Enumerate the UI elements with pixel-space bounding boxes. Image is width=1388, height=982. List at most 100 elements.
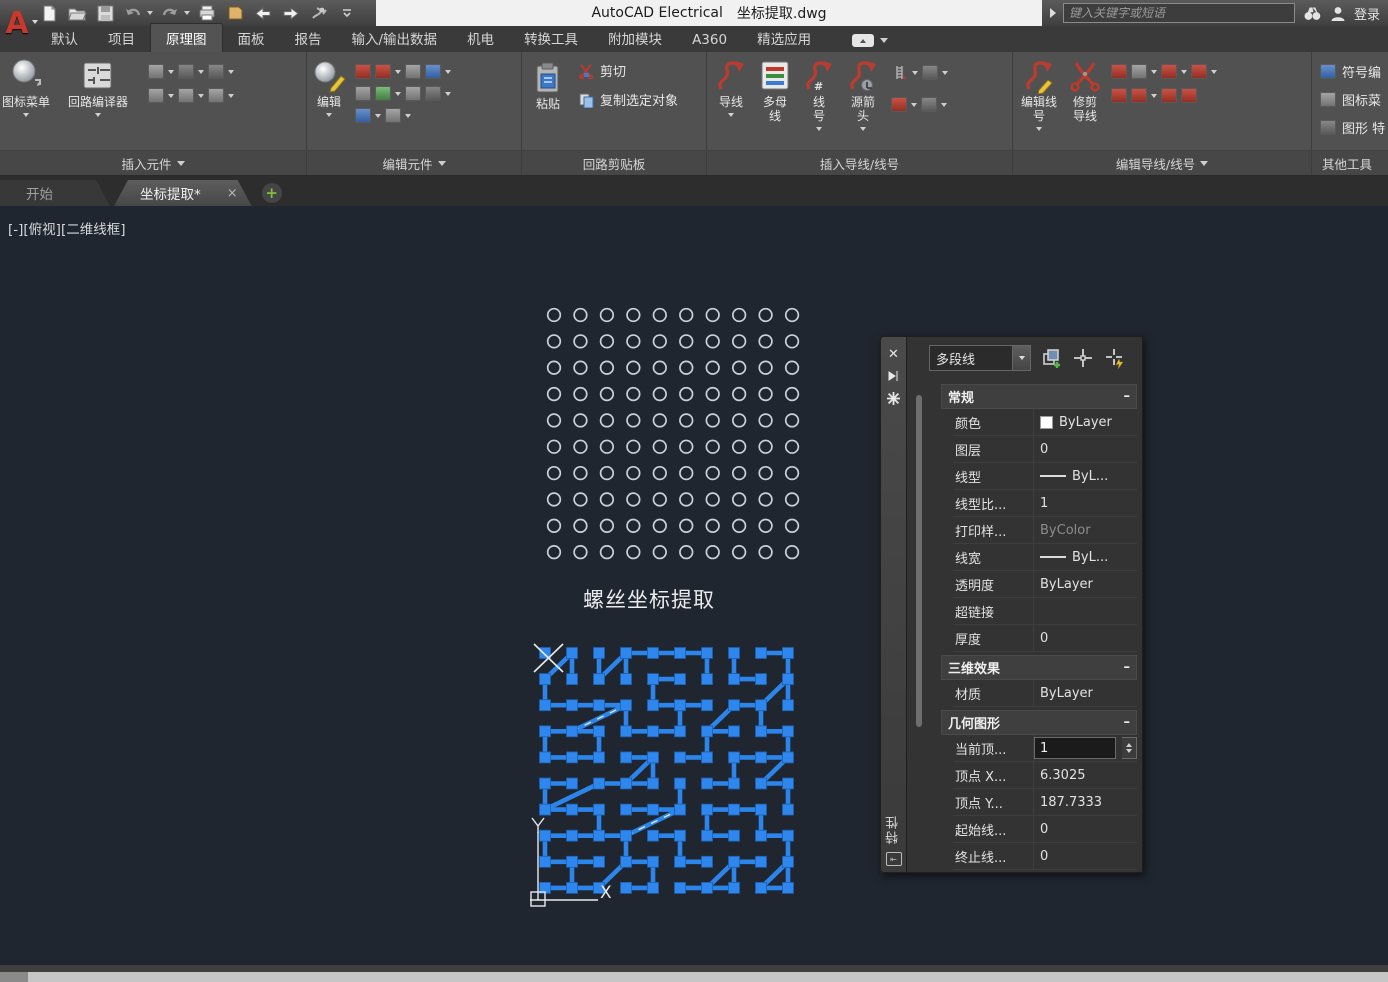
search-binoculars-icon[interactable] [1302, 4, 1322, 22]
file-tab-active[interactable]: 坐标提取* × [114, 180, 252, 206]
property-row[interactable]: 起始线...0 [953, 816, 1137, 843]
copy-selected-button[interactable]: 复制选定对象 [578, 90, 678, 109]
sign-in-button[interactable]: 登录 [1354, 4, 1380, 23]
move-component-tool-icon[interactable] [375, 64, 391, 79]
tool-caret-icon[interactable] [198, 94, 204, 98]
ribbon-tab-3[interactable]: 面板 [223, 24, 280, 52]
collapse-section-icon[interactable]: – [1124, 660, 1131, 675]
swap-update-tool-icon[interactable] [375, 86, 391, 101]
previous-drawing-icon[interactable] [252, 3, 274, 23]
property-value[interactable]: 1 [1033, 735, 1137, 761]
property-row[interactable]: 当前顶...1 [953, 735, 1137, 762]
wire-edit-tool-icon[interactable] [1161, 64, 1177, 79]
tool-caret-icon[interactable] [912, 71, 918, 75]
circuit-builder-button[interactable]: 回路编译器 [68, 58, 128, 117]
copy-component-tool-icon[interactable] [355, 86, 371, 101]
panel-label-insert-components[interactable]: 插入元件 [0, 150, 306, 175]
new-sheet-icon[interactable] [224, 3, 246, 23]
collapse-section-icon[interactable]: – [1124, 389, 1131, 404]
tool-caret-icon[interactable] [445, 70, 451, 74]
select-objects-icon[interactable] [1071, 347, 1095, 369]
tool-caret-icon[interactable] [395, 70, 401, 74]
property-value[interactable]: ByLayer [1033, 571, 1137, 597]
move-wire-number-tool-icon[interactable] [1111, 88, 1127, 103]
undo-icon[interactable] [122, 3, 144, 23]
palette-title-strip[interactable]: ✕ 特性 ⇤ [880, 336, 906, 873]
tool-caret-icon[interactable] [168, 94, 174, 98]
property-value[interactable]: ByColor [1033, 517, 1137, 543]
ribbon-minimize-icon[interactable] [852, 34, 874, 47]
wire-gap-tool-icon[interactable] [922, 65, 938, 80]
property-row[interactable]: 打印样...ByColor [953, 517, 1137, 544]
property-row[interactable]: 终止线...0 [953, 843, 1137, 870]
property-value[interactable] [1033, 598, 1137, 624]
wire-button[interactable]: 导线 [713, 58, 749, 117]
wire-type-tool-icon[interactable] [1191, 64, 1207, 79]
property-row[interactable]: 线型比...1 [953, 490, 1137, 517]
wire-junction-tool-icon[interactable] [921, 97, 937, 112]
insert-panel-tool-icon[interactable] [178, 64, 194, 79]
spinner-arrows[interactable] [1122, 737, 1137, 759]
redo-icon[interactable] [159, 3, 181, 23]
delete-connector-tool-icon[interactable] [425, 86, 441, 101]
undo-dropdown-caret-icon[interactable] [147, 11, 153, 15]
application-menu-button[interactable]: A [2, 1, 32, 47]
move-attribute-tool-icon[interactable] [385, 108, 401, 123]
panel-label-circuit-clipboard[interactable]: 回路剪贴板 [522, 150, 706, 175]
align-tool-icon[interactable] [405, 86, 421, 101]
ribbon-tab-1[interactable]: 项目 [93, 24, 150, 52]
tool-caret-icon[interactable] [941, 103, 947, 107]
property-value[interactable]: 1 [1033, 490, 1137, 516]
insert-dashed-link-tool-icon[interactable] [178, 88, 194, 103]
application-menu-caret-icon[interactable] [32, 20, 38, 24]
wire-number-button[interactable]: 线号 [801, 58, 837, 131]
wire-number-caret-icon[interactable] [816, 127, 822, 131]
search-expand-icon[interactable] [1050, 8, 1056, 18]
panel-label-other-tools[interactable]: 其他工具 [1312, 150, 1388, 175]
property-value[interactable]: ByL... [1033, 463, 1137, 489]
property-value[interactable]: ByLayer [1033, 409, 1137, 435]
panel-flyout-caret-icon[interactable] [1200, 161, 1208, 166]
property-section-header[interactable]: 常规– [941, 384, 1137, 409]
multiple-bus-button[interactable]: 多母线 [757, 58, 793, 124]
ribbon-tab-0[interactable]: 默认 [36, 24, 93, 52]
source-arrow-button[interactable]: 源箭头 [845, 58, 881, 131]
ribbon-tab-2[interactable]: 原理图 [150, 23, 223, 52]
edit-component-caret-icon[interactable] [326, 113, 332, 117]
property-section-header[interactable]: 三维效果– [941, 655, 1137, 680]
next-drawing-icon[interactable] [280, 3, 302, 23]
insert-component-tool-icon[interactable] [148, 64, 164, 79]
cable-marker-tool-icon[interactable] [891, 97, 907, 112]
new-tab-button[interactable]: + [262, 183, 282, 203]
quick-select-icon[interactable] [1103, 347, 1127, 369]
object-type-dropdown[interactable]: 多段线 [929, 345, 1031, 371]
electrical-tool-icon[interactable] [308, 3, 330, 23]
cut-button[interactable]: 剪切 [578, 61, 678, 80]
panel-label-insert-wires[interactable]: 插入导线/线号 [707, 150, 1012, 175]
panel-flyout-caret-icon[interactable] [438, 161, 446, 166]
tool-caret-icon[interactable] [228, 70, 234, 74]
delete-component-tool-icon[interactable] [355, 64, 371, 79]
insert-plc-tool-icon[interactable] [148, 88, 164, 103]
property-row[interactable]: 材质ByLayer [953, 680, 1137, 707]
search-input[interactable] [1063, 3, 1295, 23]
property-row[interactable]: 线型ByL... [953, 463, 1137, 490]
property-row[interactable]: 图层0 [953, 436, 1137, 463]
tool-caret-icon[interactable] [1151, 94, 1157, 98]
property-row[interactable]: 顶点 Y...187.7333 [953, 789, 1137, 816]
tool-caret-icon[interactable] [1181, 70, 1187, 74]
palette-settings-icon[interactable] [881, 387, 906, 409]
new-file-icon[interactable] [38, 3, 60, 23]
tool-caret-icon[interactable] [228, 94, 234, 98]
ribbon-tab-10[interactable]: 精选应用 [742, 24, 826, 52]
close-tab-icon[interactable]: × [227, 186, 238, 201]
plot-icon[interactable] [196, 3, 218, 23]
vertex-number-input[interactable]: 1 [1034, 737, 1116, 759]
collapse-section-icon[interactable]: – [1124, 715, 1131, 730]
trim-wire-button[interactable]: 修剪导线 [1067, 58, 1103, 124]
tool-caret-icon[interactable] [198, 70, 204, 74]
save-icon[interactable] [94, 3, 116, 23]
ribbon-minimize-control[interactable] [852, 34, 888, 47]
edit-component-button[interactable]: 编辑 [311, 58, 347, 117]
paste-button[interactable]: 粘贴 [530, 60, 566, 112]
